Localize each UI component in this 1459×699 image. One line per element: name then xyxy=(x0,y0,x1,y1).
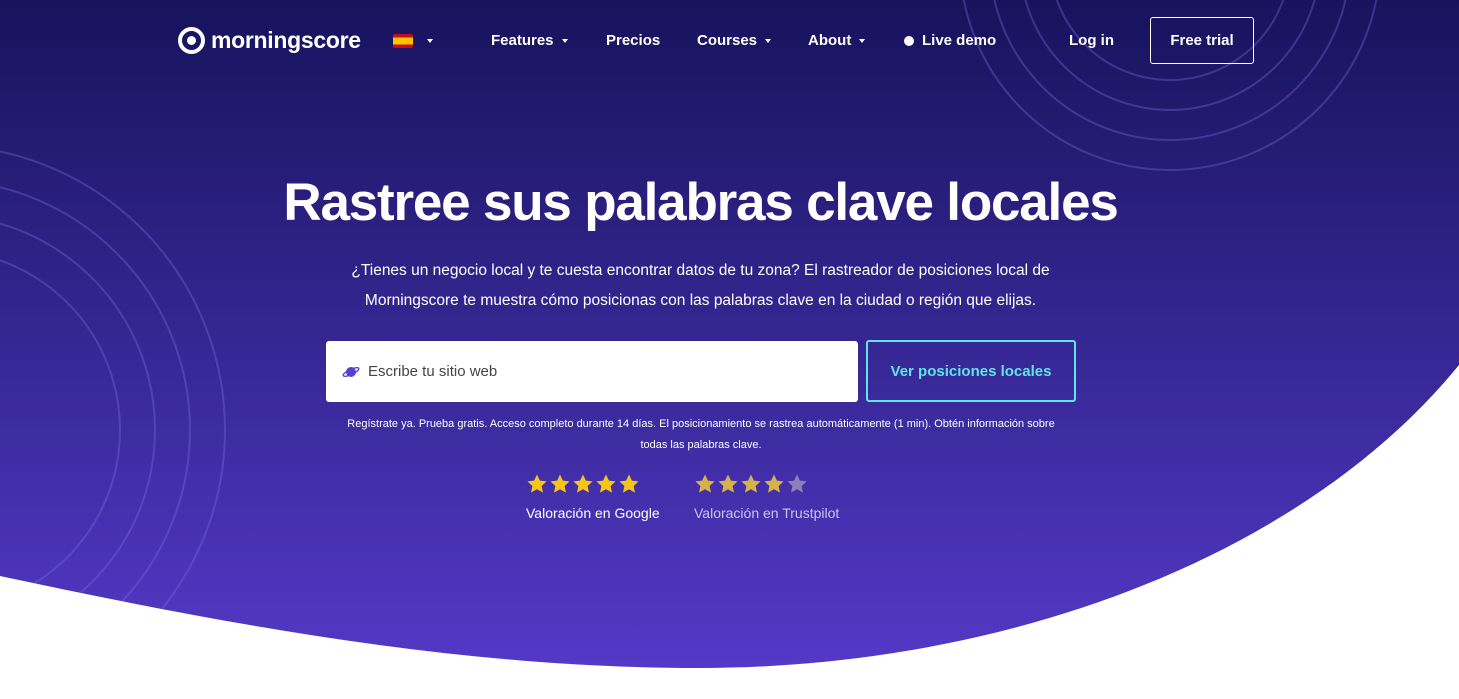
nav-about[interactable]: About xyxy=(808,32,866,49)
google-rating: Valoración en Google xyxy=(526,473,660,521)
google-rating-label: Valoración en Google xyxy=(526,505,660,521)
signup-note: Regístrate ya. Prueba gratis. Acceso com… xyxy=(326,414,1076,456)
hero-subtitle-line: Morningscore te muestra cómo posicionas … xyxy=(364,292,1037,309)
nav-courses[interactable]: Courses xyxy=(697,32,772,49)
nav-about-label: About xyxy=(808,32,852,49)
caret-down-icon xyxy=(427,39,433,43)
caret-down-icon xyxy=(561,38,568,43)
star-filled-icon xyxy=(764,474,784,493)
login-link[interactable]: Log in xyxy=(1069,32,1114,49)
language-selector[interactable] xyxy=(393,34,433,48)
signup-note-line: Regístrate ya. Prueba gratis. Acceso com… xyxy=(347,418,1055,430)
planet-icon xyxy=(342,366,360,377)
hero-subtitle: ¿Tienes un negocio local y te cuesta enc… xyxy=(330,256,1071,316)
view-local-rankings-button[interactable]: Ver posiciones locales xyxy=(866,340,1076,402)
star-filled-icon xyxy=(741,474,761,493)
top-navigation: morningscore Features Precios Courses Ab… xyxy=(0,0,1459,82)
nav-courses-label: Courses xyxy=(697,32,758,49)
morningscore-logo[interactable]: morningscore xyxy=(178,27,361,54)
page-title: Rastree sus palabras clave locales xyxy=(283,173,1118,232)
star-filled-icon xyxy=(527,474,547,493)
hero-shape xyxy=(0,0,1459,668)
spain-flag-icon xyxy=(393,34,413,48)
nav-precios-label: Precios xyxy=(606,32,661,49)
star-filled-icon xyxy=(619,474,639,493)
nav-features[interactable]: Features xyxy=(491,32,568,49)
nav-precios[interactable]: Precios xyxy=(606,32,660,49)
star-filled-icon xyxy=(550,474,570,493)
caret-down-icon xyxy=(859,38,866,43)
nav-live-demo-label: Live demo xyxy=(922,32,997,49)
website-search-box[interactable] xyxy=(326,341,858,402)
star-filled-icon xyxy=(596,474,616,493)
free-trial-button[interactable]: Free trial xyxy=(1150,17,1254,64)
hero-subtitle-line: ¿Tienes un negocio local y te cuesta enc… xyxy=(351,262,1050,279)
website-input[interactable] xyxy=(368,363,808,380)
live-dot-icon xyxy=(904,35,914,46)
login-label: Log in xyxy=(1069,32,1114,49)
star-rating-google xyxy=(526,473,640,497)
signup-note-line: todas las palabras clave. xyxy=(640,439,762,451)
star-filled-icon xyxy=(573,474,593,493)
star-rating-trustpilot xyxy=(694,473,808,497)
caret-down-icon xyxy=(765,38,772,43)
star-empty-icon xyxy=(787,474,807,493)
logo-icon xyxy=(178,27,205,54)
nav-features-label: Features xyxy=(491,32,554,49)
logo-text: morningscore xyxy=(211,27,361,53)
trustpilot-rating-label: Valoración en Trustpilot xyxy=(694,505,840,521)
star-filled-icon xyxy=(695,474,715,493)
trustpilot-rating: Valoración en Trustpilot xyxy=(694,473,839,521)
nav-live-demo[interactable]: Live demo xyxy=(904,32,996,49)
star-filled-icon xyxy=(718,474,738,493)
